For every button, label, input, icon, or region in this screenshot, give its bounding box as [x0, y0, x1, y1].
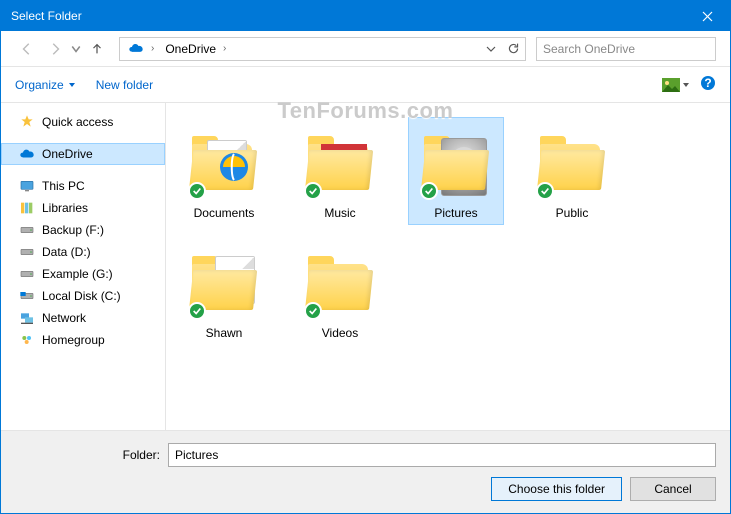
onedrive-icon: [19, 146, 35, 162]
localdisk-icon: [19, 288, 35, 304]
sidebar-item-local-disk-c-[interactable]: Local Disk (C:): [1, 285, 165, 307]
organize-menu[interactable]: Organize: [15, 78, 76, 92]
sidebar-item-example-g-[interactable]: Example (G:): [1, 263, 165, 285]
toolbar: Organize New folder ?: [1, 67, 730, 103]
sidebar-item-label: Data (D:): [42, 245, 91, 259]
view-options-button[interactable]: [662, 78, 690, 92]
drive-icon: [19, 244, 35, 260]
libraries-icon: [19, 200, 35, 216]
sidebar-item-backup-f-[interactable]: Backup (F:): [1, 219, 165, 241]
titlebar: Select Folder: [1, 1, 730, 31]
sidebar-item-this-pc[interactable]: This PC: [1, 175, 165, 197]
sidebar-item-label: OneDrive: [42, 147, 93, 161]
homegroup-icon: [19, 332, 35, 348]
folder-label: Shawn: [206, 326, 243, 340]
sync-ok-icon: [188, 182, 206, 200]
sidebar-item-label: Local Disk (C:): [42, 289, 121, 303]
chevron-right-icon: ›: [148, 43, 157, 54]
folder-label: Documents: [194, 206, 255, 220]
sidebar-item-network[interactable]: Network: [1, 307, 165, 329]
sidebar-item-homegroup[interactable]: Homegroup: [1, 329, 165, 351]
sidebar-item-data-d-[interactable]: Data (D:): [1, 241, 165, 263]
address-dropdown[interactable]: [481, 39, 501, 59]
help-button[interactable]: ?: [700, 75, 716, 94]
sidebar-item-libraries[interactable]: Libraries: [1, 197, 165, 219]
chevron-down-icon: [68, 81, 76, 89]
folder-name-input[interactable]: [168, 443, 716, 467]
window-title: Select Folder: [11, 9, 685, 23]
history-dropdown[interactable]: [71, 37, 81, 61]
folder-label: Music: [324, 206, 355, 220]
folder-content: Documents Music Pictures Public Shawn Videos: [166, 103, 730, 430]
chevron-down-icon: [682, 81, 690, 89]
search-placeholder: Search OneDrive: [543, 42, 635, 56]
choose-folder-button[interactable]: Choose this folder: [491, 477, 622, 501]
folder-item-public[interactable]: Public: [524, 117, 620, 225]
sidebar-item-onedrive[interactable]: OneDrive: [1, 143, 165, 165]
navigation-bar: › OneDrive › Search OneDrive: [1, 31, 730, 67]
cancel-button[interactable]: Cancel: [630, 477, 716, 501]
folder-item-music[interactable]: Music: [292, 117, 388, 225]
sidebar-item-label: Quick access: [42, 115, 113, 129]
sidebar-item-label: Libraries: [42, 201, 88, 215]
dialog-footer: Folder: Choose this folder Cancel: [1, 430, 730, 513]
sidebar-item-quick-access[interactable]: Quick access: [1, 111, 165, 133]
close-button[interactable]: [685, 1, 730, 31]
onedrive-icon: [128, 41, 144, 57]
navigation-sidebar: Quick access OneDrive This PC Libraries Back…: [1, 103, 166, 430]
folder-item-shawn[interactable]: Shawn: [176, 237, 272, 345]
folder-item-pictures[interactable]: Pictures: [408, 117, 504, 225]
organize-label: Organize: [15, 78, 64, 92]
forward-button[interactable]: [43, 37, 67, 61]
breadcrumb-onedrive[interactable]: OneDrive ›: [161, 38, 233, 60]
sidebar-item-label: This PC: [42, 179, 85, 193]
new-folder-button[interactable]: New folder: [96, 78, 153, 92]
drive-icon: [19, 266, 35, 282]
folder-label: Pictures: [434, 206, 477, 220]
folder-icon: [416, 122, 496, 202]
breadcrumb-label: OneDrive: [165, 42, 216, 56]
star-icon: [19, 114, 35, 130]
sidebar-item-label: Network: [42, 311, 86, 325]
drive-icon: [19, 222, 35, 238]
folder-label: Public: [556, 206, 589, 220]
folder-icon: [184, 242, 264, 322]
chevron-right-icon: ›: [220, 43, 229, 54]
help-icon: ?: [700, 75, 716, 91]
search-input[interactable]: Search OneDrive: [536, 37, 716, 61]
svg-text:?: ?: [704, 76, 711, 90]
folder-field-label: Folder:: [115, 448, 160, 462]
folder-item-documents[interactable]: Documents: [176, 117, 272, 225]
sidebar-item-label: Homegroup: [42, 333, 105, 347]
breadcrumb-root[interactable]: ›: [124, 38, 161, 60]
folder-icon: [300, 242, 380, 322]
sidebar-item-label: Example (G:): [42, 267, 113, 281]
picture-icon: [662, 78, 680, 92]
refresh-button[interactable]: [503, 39, 523, 59]
newfolder-label: New folder: [96, 78, 153, 92]
folder-label: Videos: [322, 326, 358, 340]
sync-ok-icon: [188, 302, 206, 320]
address-bar[interactable]: › OneDrive ›: [119, 37, 526, 61]
pc-icon: [19, 178, 35, 194]
main-area: Quick access OneDrive This PC Libraries Back…: [1, 103, 730, 430]
sync-ok-icon: [536, 182, 554, 200]
sidebar-item-label: Backup (F:): [42, 223, 104, 237]
folder-icon: [184, 122, 264, 202]
back-button[interactable]: [15, 37, 39, 61]
folder-item-videos[interactable]: Videos: [292, 237, 388, 345]
sync-ok-icon: [420, 182, 438, 200]
folder-icon: [532, 122, 612, 202]
sync-ok-icon: [304, 302, 322, 320]
sync-ok-icon: [304, 182, 322, 200]
folder-icon: [300, 122, 380, 202]
up-button[interactable]: [85, 37, 109, 61]
network-icon: [19, 310, 35, 326]
